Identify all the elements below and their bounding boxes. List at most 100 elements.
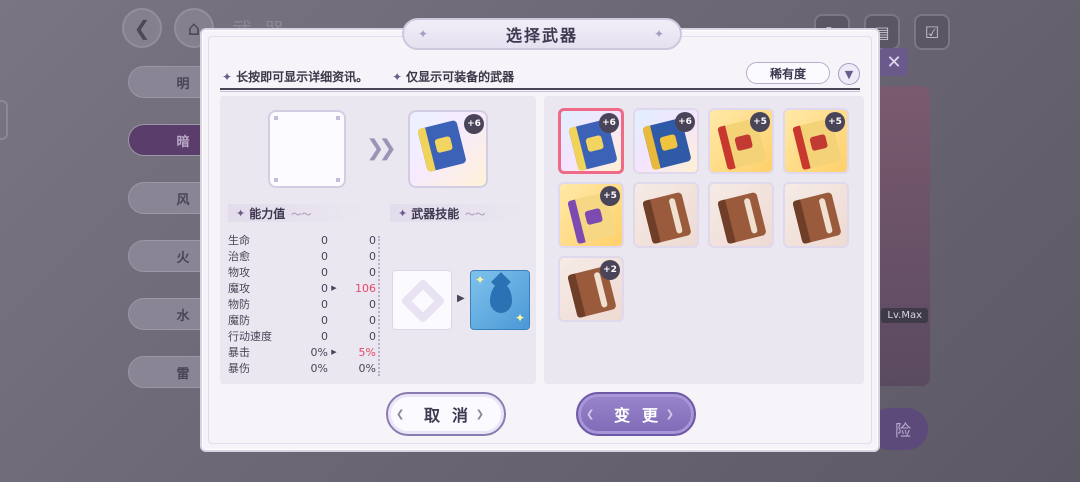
- arrow-right-icon: ▶: [457, 293, 465, 304]
- dialog-title: 选择武器: [505, 26, 578, 45]
- divider: [220, 91, 860, 92]
- refine-badge: +5: [750, 112, 770, 132]
- stat-name: 物防: [228, 298, 250, 311]
- magic-book-icon: [717, 191, 767, 245]
- stat-current: 0: [321, 313, 328, 327]
- refine-badge: +6: [464, 114, 484, 134]
- stat-current: 0: [321, 329, 328, 343]
- comparison-panel: ❯❯ +6 ✦ 能力值 〜〜 ✦ 武器技能 〜〜 生命 0 0 治愈 0 0 物攻 0 0 魔攻 0…: [220, 96, 536, 384]
- stat-name: 魔攻: [228, 282, 250, 295]
- sparkle-icon: ✦: [418, 27, 431, 41]
- diamond-icon: ✦: [392, 70, 403, 84]
- dialog-title-tab: ✦ 选择武器 ✦: [402, 18, 682, 50]
- refine-badge: +6: [675, 112, 695, 132]
- stat-row: 暴伤 0% 0%: [228, 360, 380, 376]
- sort-order-toggle[interactable]: ▼: [838, 63, 860, 85]
- stats-table: 生命 0 0 治愈 0 0 物攻 0 0 魔攻 0 ▶ 106 物防 0 0 魔防 0 0 行动速度 0 0 暴击 0% ▶ 5%…: [228, 232, 380, 376]
- refine-badge: +2: [600, 260, 620, 280]
- magic-book-icon: [417, 119, 467, 173]
- cancel-label: 取消: [423, 406, 480, 425]
- skills-header: ✦ 武器技能 〜〜: [390, 204, 530, 222]
- stat-current: 0: [321, 265, 328, 279]
- change-button[interactable]: ❮ 变更 ❯: [576, 392, 696, 436]
- stat-name: 魔防: [228, 314, 250, 327]
- sparkle-icon: ✦: [514, 311, 525, 325]
- chevron-down-icon: ▼: [844, 67, 854, 81]
- stat-current: 0: [321, 281, 328, 295]
- diamond-icon: ✦: [236, 206, 246, 220]
- diamond-icon: ✦: [222, 70, 233, 84]
- wing-ornament-icon: ❯: [665, 408, 686, 420]
- change-label: 变更: [613, 406, 670, 425]
- new-weapon-slot[interactable]: +6: [408, 110, 488, 188]
- stat-new: 0: [369, 297, 376, 311]
- stat-current: 0: [321, 233, 328, 247]
- weapon-item[interactable]: +6: [558, 108, 624, 174]
- wing-ornament-icon: ❯: [475, 408, 496, 420]
- home-icon: ⌂: [187, 16, 201, 40]
- stat-name: 行动速度: [228, 330, 272, 343]
- weapon-list: +6 +6 +5 +5 +5 +2: [544, 96, 864, 384]
- slot-corner: [336, 178, 340, 182]
- hint-long-press: ✦ 长按即可显示详细资讯。: [222, 68, 368, 85]
- stats-header: ✦ 能力值 〜〜: [228, 204, 368, 222]
- weapon-item[interactable]: +5: [708, 108, 774, 174]
- stat-row: 魔防 0 0: [228, 312, 380, 328]
- select-weapon-dialog: ✦ 选择武器 ✦ ✦ 长按即可显示详细资讯。 ✦ 仅显示可装备的武器 稀有度 ▼ ❯…: [200, 18, 880, 452]
- stat-current: 0: [321, 249, 328, 263]
- hint-equippable-text: 仅显示可装备的武器: [406, 70, 515, 84]
- stat-name: 暴击: [228, 346, 250, 359]
- weapon-item[interactable]: [708, 182, 774, 248]
- current-weapon-slot[interactable]: [268, 110, 346, 188]
- stat-current: 0%: [310, 345, 328, 359]
- hint-long-press-text: 长按即可显示详细资讯。: [236, 70, 369, 84]
- stat-name: 治愈: [228, 250, 250, 263]
- checklist-button[interactable]: ☑: [914, 14, 950, 50]
- stat-new: 106: [355, 281, 376, 295]
- side-handle: [0, 100, 8, 140]
- water-skill-slot[interactable]: ✦ ✦: [470, 270, 530, 330]
- arrow-right-icon: ▶: [331, 284, 337, 292]
- weapon-item[interactable]: +5: [558, 182, 624, 248]
- sort-rarity-button[interactable]: 稀有度: [746, 62, 830, 84]
- stat-row: 暴击 0% ▶ 5%: [228, 344, 380, 360]
- cancel-button[interactable]: ❮ 取消 ❯: [386, 392, 506, 436]
- sparkle-icon: ✦: [653, 27, 666, 41]
- refine-badge: +5: [825, 112, 845, 132]
- stat-new: 0: [369, 329, 376, 343]
- wave-icon: 〜〜: [465, 209, 486, 221]
- back-button[interactable]: ❮: [122, 8, 162, 48]
- stat-new: 0: [369, 265, 376, 279]
- sparkle-icon: ✦: [475, 273, 486, 287]
- stat-row: 治愈 0 0: [228, 248, 380, 264]
- weapon-item[interactable]: +6: [633, 108, 699, 174]
- hint-row: ✦ 长按即可显示详细资讯。 ✦ 仅显示可装备的武器: [222, 68, 514, 85]
- divider: [220, 88, 860, 90]
- current-skill-slot[interactable]: [392, 270, 452, 330]
- stat-row: 生命 0 0: [228, 232, 380, 248]
- stat-row: 行动速度 0 0: [228, 328, 380, 344]
- stat-new: 0%: [358, 361, 376, 375]
- weapon-item[interactable]: [783, 182, 849, 248]
- slot-corner: [274, 178, 278, 182]
- wing-ornament-icon: ❮: [586, 408, 607, 420]
- double-chevron-right-icon: ❯❯: [366, 136, 397, 161]
- arrow-right-icon: ▶: [331, 348, 337, 356]
- stat-row: 物防 0 0: [228, 296, 380, 312]
- stat-current: 0: [321, 297, 328, 311]
- weapon-item[interactable]: +5: [783, 108, 849, 174]
- stat-new: 5%: [358, 345, 376, 359]
- weapon-item[interactable]: +2: [558, 256, 624, 322]
- stat-current: 0%: [310, 361, 328, 375]
- stat-row: 物攻 0 0: [228, 264, 380, 280]
- stat-new: 0: [369, 313, 376, 327]
- weapon-item[interactable]: [633, 182, 699, 248]
- slot-corner: [336, 116, 340, 120]
- magic-book-icon: [642, 191, 692, 245]
- stat-name: 暴伤: [228, 362, 250, 375]
- wave-icon: 〜〜: [291, 209, 312, 221]
- background-close-icon[interactable]: ✕: [880, 48, 908, 76]
- hint-equippable: ✦ 仅显示可装备的武器: [392, 68, 514, 85]
- wing-ornament-icon: ❮: [396, 408, 417, 420]
- level-max-badge: Lv.Max: [881, 308, 928, 323]
